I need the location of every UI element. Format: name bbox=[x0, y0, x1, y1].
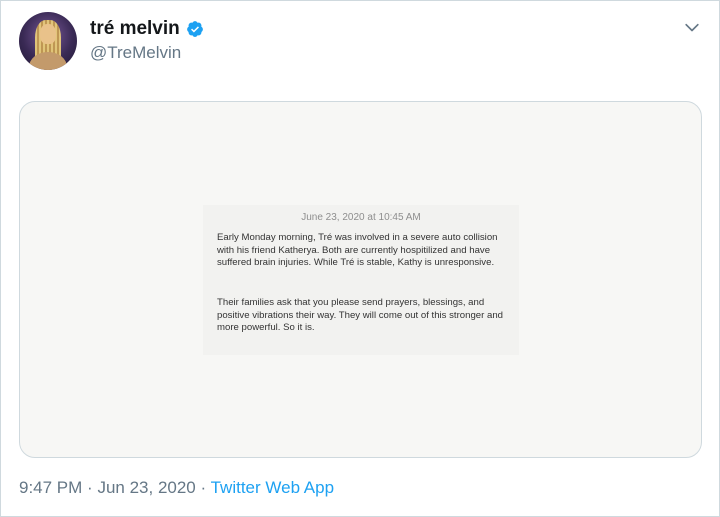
avatar-face bbox=[40, 24, 56, 44]
note-paragraph-2: Their families ask that you please send … bbox=[217, 297, 503, 334]
tweet-image[interactable]: June 23, 2020 at 10:45 AM Early Monday m… bbox=[19, 101, 702, 458]
note-date: June 23, 2020 at 10:45 AM bbox=[301, 212, 421, 223]
tweet-source-link[interactable]: Twitter Web App bbox=[211, 478, 334, 497]
note-paragraph-1: Early Monday morning, Tré was involved i… bbox=[217, 232, 498, 269]
chevron-down-icon[interactable] bbox=[682, 18, 702, 38]
tweet-timestamp: 9:47 PM · Jun 23, 2020 · Twitter Web App bbox=[19, 478, 334, 498]
statement-note: June 23, 2020 at 10:45 AM Early Monday m… bbox=[203, 205, 519, 355]
tweet-time[interactable]: 9:47 PM bbox=[19, 478, 82, 497]
user-handle[interactable]: @TreMelvin bbox=[90, 43, 181, 63]
verified-badge-icon bbox=[186, 21, 203, 37]
separator: · bbox=[87, 478, 93, 497]
avatar[interactable] bbox=[19, 12, 77, 70]
display-name-row[interactable]: tré melvin bbox=[90, 18, 204, 40]
tweet-date[interactable]: Jun 23, 2020 bbox=[97, 478, 195, 497]
avatar-body bbox=[29, 52, 67, 70]
display-name[interactable]: tré melvin bbox=[90, 18, 180, 40]
separator: · bbox=[200, 478, 207, 497]
